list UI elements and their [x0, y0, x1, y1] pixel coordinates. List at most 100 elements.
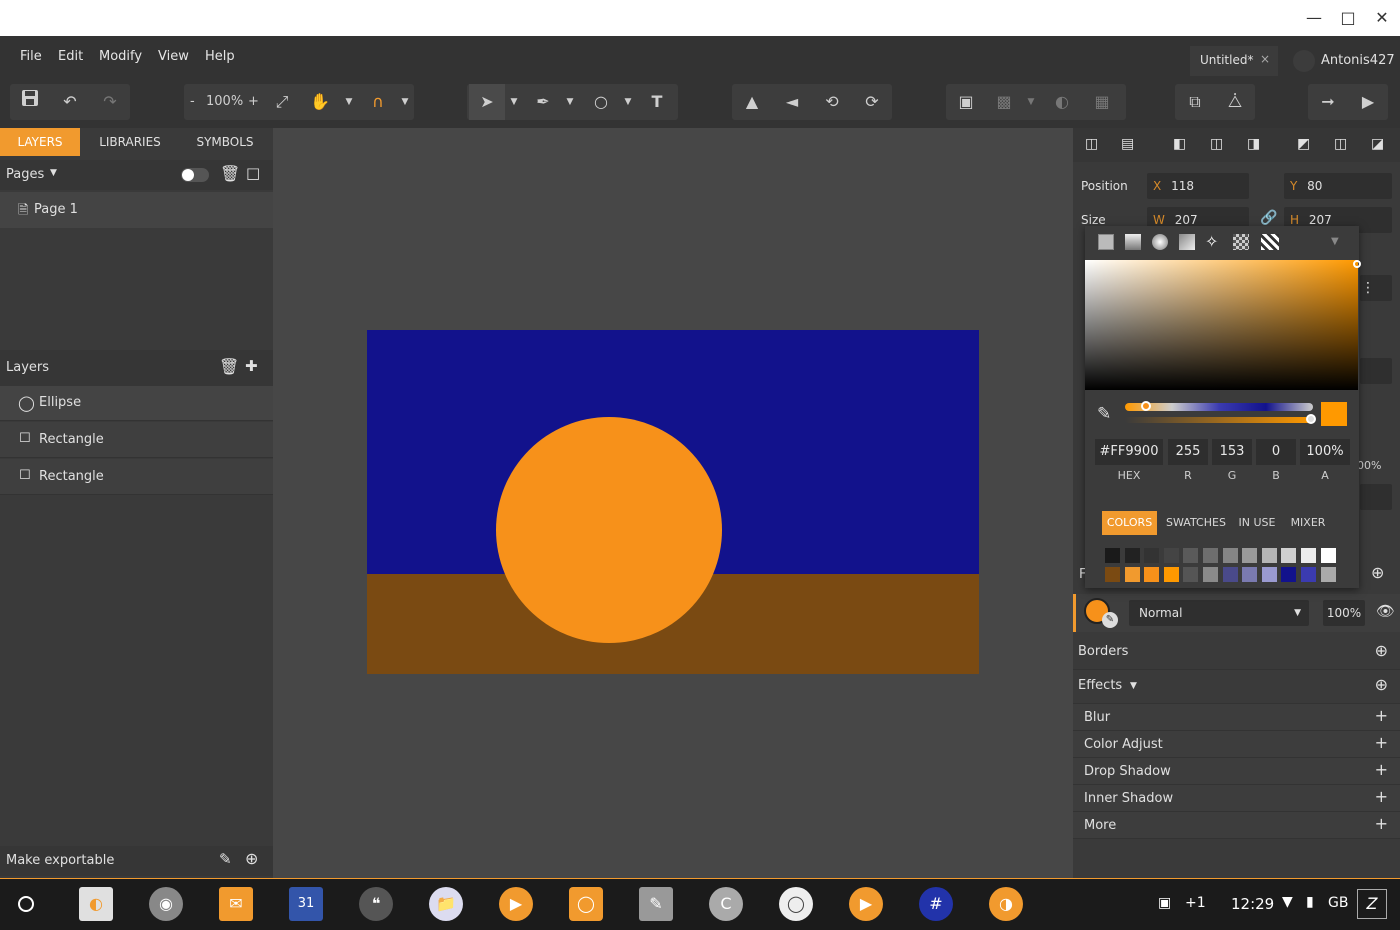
color-swatch[interactable]	[1242, 548, 1258, 563]
add-drop-shadow-icon[interactable]: +	[1375, 760, 1388, 779]
mesh-fill-icon[interactable]: ✧	[1205, 232, 1218, 251]
menu-file[interactable]: File	[20, 49, 42, 64]
send-backward-icon[interactable]: ⧊	[1217, 84, 1253, 120]
effect-item[interactable]: Blur +	[1073, 704, 1400, 731]
delete-page-icon[interactable]: 🗑	[220, 164, 240, 183]
menu-modify[interactable]: Modify	[99, 49, 142, 64]
layer-item[interactable]: ◯ Ellipse	[0, 386, 273, 421]
ellipse-sun[interactable]	[496, 417, 722, 643]
distribute-v-icon[interactable]: ▤	[1121, 136, 1134, 152]
hex-input[interactable]: #FF9900	[1095, 439, 1163, 465]
tab-layers[interactable]: LAYERS	[0, 128, 80, 156]
page-list-item[interactable]: 🗎 Page 1	[0, 192, 273, 228]
color-swatch[interactable]	[1222, 567, 1238, 582]
effect-item[interactable]: Color Adjust +	[1073, 731, 1400, 758]
add-border-icon[interactable]: ⊕	[1375, 641, 1388, 660]
boolean-icon[interactable]: ◐	[1044, 84, 1080, 120]
pattern-fill-icon[interactable]	[1233, 234, 1249, 250]
hidden-field[interactable]	[1360, 358, 1392, 384]
maximize-icon[interactable]: □	[1336, 6, 1360, 30]
layer-item[interactable]: ☐ Rectangle	[0, 459, 273, 495]
zoom-out-button[interactable]: -	[190, 94, 195, 109]
chrome-icon[interactable]: ◉	[149, 887, 183, 921]
eyedropper-icon[interactable]: ✎	[1102, 612, 1118, 628]
snap-dropdown-icon[interactable]: ▼	[398, 84, 412, 120]
hidden-dropdown[interactable]	[1360, 484, 1392, 510]
files-icon[interactable]: 📁	[429, 887, 463, 921]
shape-dropdown-icon[interactable]: ▼	[621, 84, 635, 120]
color-swatch[interactable]	[1222, 548, 1238, 563]
close-icon[interactable]: ✕	[1370, 6, 1394, 30]
mail-icon[interactable]: ✉	[219, 887, 253, 921]
gravit-icon[interactable]: ◑	[989, 887, 1023, 921]
pen-dropdown-icon[interactable]: ▼	[563, 84, 577, 120]
undo-icon[interactable]: ↶	[52, 84, 88, 120]
pen-tool-icon[interactable]: ✒	[525, 84, 561, 120]
color-swatch[interactable]	[1242, 567, 1258, 582]
stylus-icon[interactable]: Z	[1357, 889, 1387, 919]
keyboard-locale[interactable]: GB	[1328, 895, 1348, 911]
pointer-tool-icon[interactable]: ➤	[469, 84, 505, 120]
menu-edit[interactable]: Edit	[58, 49, 83, 64]
add-export-icon[interactable]: ⊕	[245, 849, 258, 868]
document-tab[interactable]: Untitled* ×	[1190, 46, 1278, 76]
add-fill-icon[interactable]: ⊕	[1371, 563, 1384, 582]
fit-screen-icon[interactable]: ⤢	[264, 84, 300, 120]
align-middle-icon[interactable]: ◫	[1334, 136, 1347, 152]
add-inner-shadow-icon[interactable]: +	[1375, 787, 1388, 806]
y-field[interactable]: Y 80	[1284, 173, 1392, 199]
tab-in-use[interactable]: IN USE	[1235, 511, 1279, 535]
tab-colors[interactable]: COLORS	[1102, 511, 1157, 535]
color-swatch[interactable]	[1183, 548, 1199, 563]
pointer-dropdown-icon[interactable]: ▼	[507, 84, 521, 120]
preview-play-icon[interactable]: ▶	[1350, 84, 1386, 120]
app-icon[interactable]: ◐	[79, 887, 113, 921]
export-icon[interactable]: ➞	[1310, 84, 1346, 120]
blue-input[interactable]: 0	[1256, 439, 1296, 465]
effect-item[interactable]: More +	[1073, 812, 1400, 839]
zoom-level[interactable]: 100%	[206, 94, 243, 109]
delete-layer-icon[interactable]: 🗑	[219, 357, 239, 376]
minimize-icon[interactable]: —	[1302, 6, 1326, 30]
distribute-icon[interactable]: ▦	[1084, 84, 1120, 120]
color-swatch[interactable]	[1261, 548, 1277, 563]
color-swatch[interactable]	[1203, 567, 1218, 582]
c-app-icon[interactable]: C	[709, 887, 743, 921]
angular-gradient-icon[interactable]	[1179, 234, 1195, 250]
color-swatch[interactable]	[1320, 548, 1336, 563]
alpha-slider-handle[interactable]	[1306, 414, 1316, 424]
add-effect-icon[interactable]: ⊕	[1375, 675, 1388, 694]
hue-slider[interactable]	[1125, 401, 1313, 411]
add-layer-icon[interactable]: ✚	[245, 357, 258, 375]
ungroup-icon[interactable]: ▩	[986, 84, 1022, 120]
alpha-slider[interactable]	[1125, 414, 1316, 424]
distribute-h-icon[interactable]: ◫	[1085, 136, 1098, 152]
color-swatch[interactable]	[1105, 548, 1120, 563]
redo-icon[interactable]: ↷	[92, 84, 128, 120]
arrange-dropdown-icon[interactable]: ▼	[1024, 84, 1038, 120]
green-input[interactable]: 153	[1212, 439, 1252, 465]
screenshot-icon[interactable]: ▣	[1158, 895, 1171, 911]
color-swatch[interactable]	[1301, 567, 1316, 582]
red-input[interactable]: 255	[1168, 439, 1208, 465]
color-swatch[interactable]	[1183, 567, 1199, 582]
add-more-effect-icon[interactable]: +	[1375, 814, 1388, 833]
flip-vertical-icon[interactable]: ◄	[774, 84, 810, 120]
color-swatch[interactable]	[1281, 567, 1297, 582]
color-swatch[interactable]	[1203, 548, 1218, 563]
rotate-left-icon[interactable]: ⟲	[814, 84, 850, 120]
chevron-down-icon[interactable]: ▼	[1331, 236, 1339, 247]
fill-opacity-field[interactable]: 100%	[1323, 600, 1365, 626]
circle-app-icon[interactable]: ◯	[779, 887, 813, 921]
add-blur-icon[interactable]: +	[1375, 706, 1388, 725]
color-swatch[interactable]	[1261, 567, 1277, 582]
color-swatch[interactable]	[1105, 567, 1120, 582]
color-swatch[interactable]	[1163, 567, 1179, 582]
color-swatch[interactable]	[1163, 548, 1179, 563]
launcher-icon[interactable]	[18, 896, 34, 912]
notification-count[interactable]: +1	[1185, 895, 1206, 911]
eyedropper-icon[interactable]: ✎	[1097, 404, 1111, 424]
user-name[interactable]: Antonis427	[1321, 53, 1395, 68]
menu-view[interactable]: View	[158, 49, 189, 64]
align-right-icon[interactable]: ◨	[1247, 136, 1260, 152]
